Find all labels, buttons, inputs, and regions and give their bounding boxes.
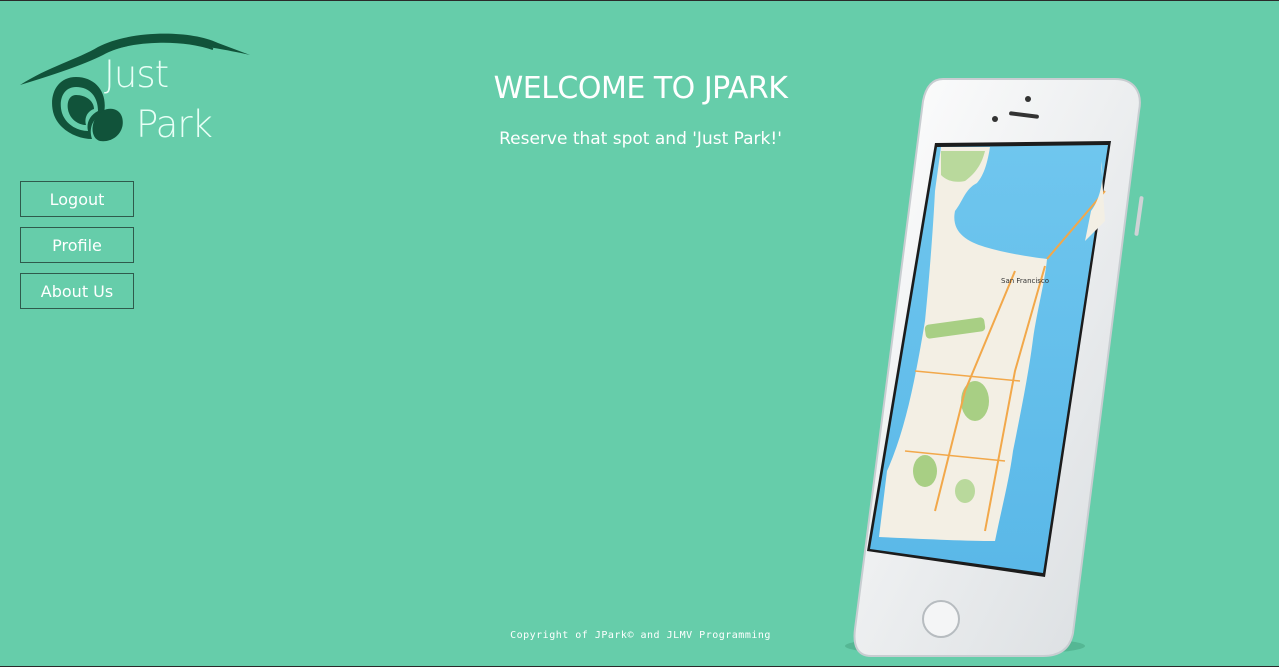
- profile-button[interactable]: Profile: [20, 227, 134, 263]
- copyright-footer: Copyright of JPark© and JLMV Programming: [510, 630, 771, 641]
- sidebar-nav: Logout Profile About Us: [20, 181, 134, 309]
- map-city-label: San Francisco: [1001, 277, 1049, 285]
- iphone-illustration: San Francisco: [845, 78, 1144, 657]
- logout-button[interactable]: Logout: [20, 181, 134, 217]
- about-us-button[interactable]: About Us: [20, 273, 134, 309]
- phone-map-image: San Francisco: [815, 71, 1155, 661]
